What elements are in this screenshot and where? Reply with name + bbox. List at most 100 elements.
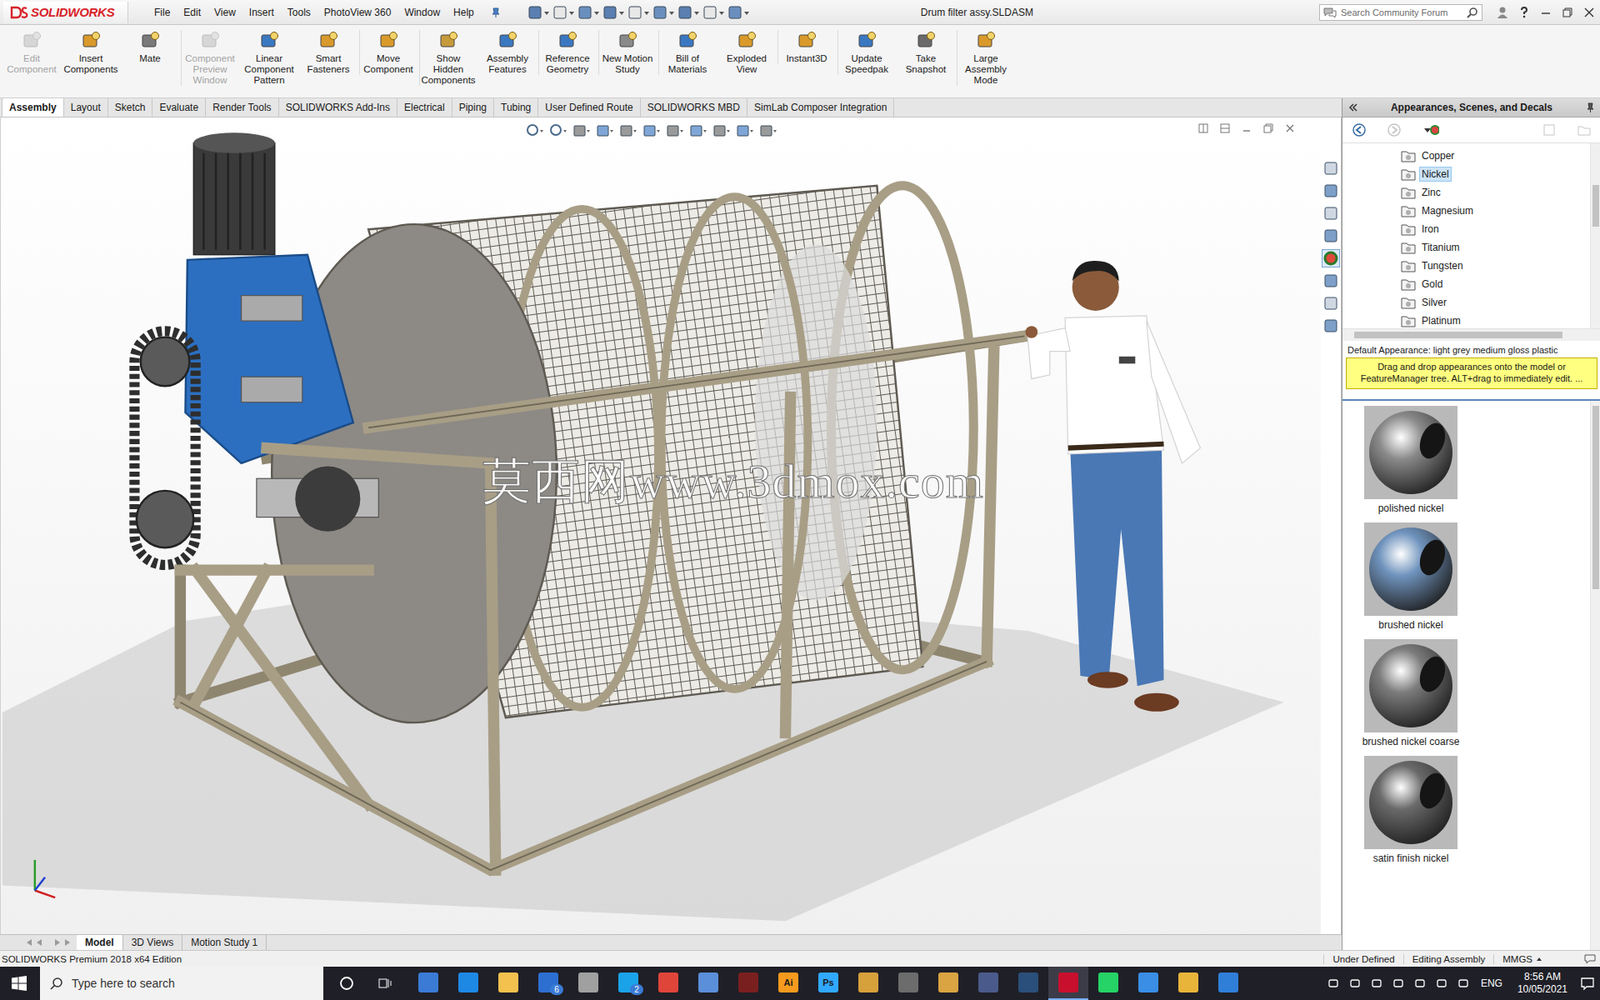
- appearance-swatch[interactable]: brushed nickel coarse: [1359, 639, 1463, 748]
- menu-item[interactable]: Insert: [243, 4, 280, 21]
- cortana-icon[interactable]: [338, 975, 355, 992]
- ribbon-button[interactable]: Show Hidden Components: [419, 30, 478, 86]
- ribbon-button[interactable]: Update Speedpak: [837, 30, 896, 75]
- model-tab[interactable]: 3D Views: [123, 935, 183, 950]
- swatch-scrollbar[interactable]: [1590, 400, 1600, 950]
- graphics-area[interactable]: 莫西网www.3dmox.com: [0, 117, 1321, 935]
- menu-item[interactable]: Tools: [281, 4, 317, 21]
- solidworks-logo[interactable]: SOLIDWORKS: [3, 1, 129, 24]
- taskbar-app[interactable]: [488, 966, 529, 1000]
- tree-item[interactable]: Silver: [1400, 293, 1590, 312]
- appearances-icon[interactable]: [1321, 249, 1340, 268]
- select-icon[interactable]: [676, 4, 702, 21]
- pin-icon[interactable]: [1584, 101, 1596, 114]
- command-tab[interactable]: SOLIDWORKS MBD: [640, 98, 748, 117]
- taskbar-app[interactable]: Ps: [808, 966, 849, 1000]
- task-view-icon[interactable]: [376, 975, 394, 992]
- appearance-swatch[interactable]: polished nickel: [1359, 405, 1463, 515]
- hide-show-icon[interactable]: [687, 122, 708, 140]
- help-icon[interactable]: [1517, 5, 1531, 20]
- display-style-icon[interactable]: [664, 122, 685, 140]
- tile-left-icon[interactable]: [1197, 122, 1210, 135]
- ribbon-button[interactable]: Edit Component: [3, 30, 61, 75]
- collapse-icon[interactable]: [1347, 101, 1360, 114]
- save-icon[interactable]: [601, 4, 627, 21]
- taskbar-app[interactable]: [648, 966, 689, 1000]
- taskbar-search[interactable]: Type here to search: [40, 966, 324, 1000]
- ribbon-button[interactable]: Instant3D: [777, 30, 836, 65]
- tree-item[interactable]: Gold: [1400, 275, 1590, 294]
- taskbar-app[interactable]: [568, 966, 609, 1000]
- taskbar-app[interactable]: [408, 966, 449, 1000]
- drum-filter-model[interactable]: [0, 117, 1321, 935]
- close-icon[interactable]: [1582, 5, 1596, 20]
- tree-item[interactable]: Iron: [1400, 220, 1590, 239]
- menu-item[interactable]: View: [208, 4, 242, 21]
- network-icon[interactable]: [1390, 975, 1406, 991]
- command-tab[interactable]: Piping: [452, 98, 495, 117]
- search-box[interactable]: Search Community Forum: [1319, 4, 1483, 21]
- apply-scene-icon[interactable]: [734, 122, 755, 140]
- ribbon-button[interactable]: Exploded View: [718, 30, 776, 75]
- taskbar-app[interactable]: [448, 966, 489, 1000]
- menu-item[interactable]: Help: [447, 4, 480, 21]
- command-tab[interactable]: User Defined Route: [538, 98, 640, 117]
- toolbox-icon[interactable]: [1321, 316, 1340, 335]
- ribbon-button[interactable]: Mate: [121, 30, 180, 65]
- print-icon[interactable]: [626, 4, 652, 21]
- taskbar-app[interactable]: [688, 966, 729, 1000]
- splitter[interactable]: [1342, 392, 1600, 401]
- taskbar-app[interactable]: [848, 966, 889, 1000]
- tree-item[interactable]: Tungsten: [1400, 256, 1590, 275]
- taskbar-app[interactable]: [1048, 966, 1089, 1000]
- command-tab[interactable]: SimLab Composer Integration: [747, 98, 895, 117]
- tree-item[interactable]: Magnesium: [1400, 201, 1590, 220]
- taskbar-app[interactable]: [928, 966, 969, 1000]
- command-tab[interactable]: Evaluate: [152, 98, 206, 117]
- taskbar-app[interactable]: [968, 966, 1009, 1000]
- open-icon[interactable]: [576, 4, 602, 21]
- ribbon-button[interactable]: Move Component: [359, 30, 418, 75]
- command-tab[interactable]: Electrical: [397, 98, 453, 117]
- view-settings-icon[interactable]: [757, 122, 778, 140]
- appearance-swatch[interactable]: satin finish nickel: [1359, 755, 1463, 865]
- model-tab[interactable]: Motion Study 1: [182, 935, 267, 950]
- new-icon[interactable]: [551, 4, 577, 21]
- ribbon-button[interactable]: Take Snapshot: [897, 30, 955, 75]
- custom-properties-icon[interactable]: [1321, 271, 1340, 290]
- options-icon[interactable]: [726, 4, 752, 21]
- tree-horizontal-scrollbar[interactable]: [1342, 328, 1600, 341]
- taskbar-app[interactable]: [1208, 966, 1249, 1000]
- taskbar-app[interactable]: 2: [608, 966, 649, 1000]
- dynamic-annotation-icon[interactable]: [617, 122, 638, 140]
- tree-item[interactable]: Copper: [1400, 146, 1590, 165]
- minimize-icon[interactable]: [1539, 5, 1553, 20]
- view-minimize-icon[interactable]: [1240, 122, 1253, 135]
- menu-item[interactable]: File: [148, 4, 176, 21]
- taskbar-app[interactable]: [1128, 966, 1169, 1000]
- previous-view-icon[interactable]: [570, 122, 591, 140]
- clock[interactable]: 8:56 AM10/05/2021: [1512, 970, 1573, 996]
- cloud-icon[interactable]: [1369, 975, 1385, 991]
- tooltip-icon[interactable]: [1584, 953, 1596, 965]
- taskbar-app[interactable]: Ai: [768, 966, 809, 1000]
- back-icon[interactable]: [1350, 121, 1368, 139]
- taskbar-app[interactable]: 6: [528, 966, 569, 1000]
- people-icon[interactable]: [1325, 975, 1341, 991]
- ribbon-button[interactable]: New Motion Study: [598, 30, 657, 75]
- ribbon-button[interactable]: Reference Geometry: [538, 30, 597, 75]
- ribbon-button[interactable]: Assembly Features: [479, 30, 537, 75]
- taskbar-app[interactable]: [888, 966, 929, 1000]
- model-tab[interactable]: Model: [76, 935, 124, 950]
- tree-item[interactable]: Titanium: [1400, 238, 1590, 257]
- ribbon-button[interactable]: Large Assembly Mode: [956, 30, 1015, 86]
- view-close-icon[interactable]: [1284, 122, 1296, 135]
- taskbar-app[interactable]: [1008, 966, 1049, 1000]
- home-icon[interactable]: [526, 4, 552, 21]
- ribbon-button[interactable]: Insert Components: [62, 30, 120, 75]
- tab-scroll-icon[interactable]: [23, 936, 74, 949]
- windows-start-icon[interactable]: [11, 975, 27, 991]
- zoom-area-icon[interactable]: [547, 122, 568, 140]
- tile-right-icon[interactable]: [1219, 122, 1231, 135]
- taskbar-app[interactable]: [1168, 966, 1209, 1000]
